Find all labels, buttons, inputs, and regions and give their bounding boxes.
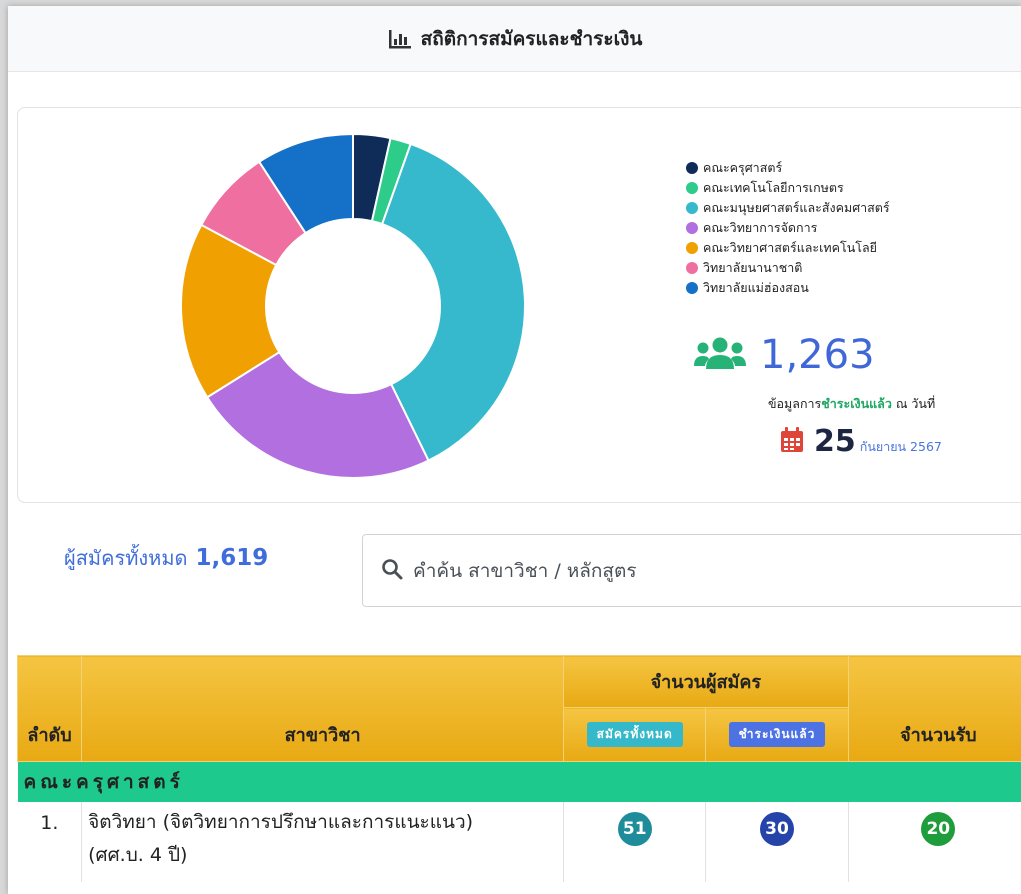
legend-swatch bbox=[686, 262, 698, 274]
paid-badge: ชำระเงินแล้ว bbox=[728, 722, 826, 747]
paid-date-month: กันยายน 2567 bbox=[859, 439, 942, 454]
legend-swatch bbox=[686, 282, 698, 294]
search-icon bbox=[381, 558, 403, 584]
applied-count-badge: 51 bbox=[617, 811, 652, 846]
col-paid-header: ชำระเงินแล้ว bbox=[705, 707, 849, 762]
legend-item[interactable]: วิทยาลัยนานาชาติ bbox=[686, 258, 890, 278]
row-applied: 51 bbox=[563, 801, 707, 882]
legend-item[interactable]: วิทยาลัยแม่ฮ่องสอน bbox=[686, 278, 890, 298]
paid-count: 1,263 bbox=[694, 332, 875, 378]
col-quota-header: จำนวนรับ bbox=[847, 655, 1021, 762]
paid-number: 1,263 bbox=[760, 332, 875, 378]
col-major-header: สาขาวิชา bbox=[81, 655, 565, 762]
calendar-icon bbox=[780, 426, 804, 457]
legend-swatch bbox=[686, 222, 698, 234]
donut-chart bbox=[180, 132, 526, 479]
legend-item[interactable]: คณะครุศาสตร์ bbox=[686, 158, 890, 178]
paid-note: ข้อมูลการชำระเงินแล้ว ณ วันที่ bbox=[768, 394, 935, 414]
legend-label: คณะวิทยาศาสตร์และเทคโนโลยี bbox=[703, 240, 877, 255]
search-input[interactable]: คำค้น สาขาวิชา / หลักสูตร bbox=[362, 534, 1021, 607]
col-applicants-header: จำนวนผู้สมัคร bbox=[563, 655, 849, 708]
users-icon bbox=[694, 336, 746, 374]
paid-date-day: 25 bbox=[814, 424, 856, 459]
paid-count-badge: 30 bbox=[760, 811, 794, 846]
paid-note-suffix: ณ วันที่ bbox=[891, 396, 936, 411]
legend-item[interactable]: คณะวิทยาศาสตร์และเทคโนโลยี bbox=[686, 238, 890, 258]
page-title: สถิติการสมัครและชำระเงิน bbox=[387, 24, 643, 54]
majors-table: ลำดับ สาขาวิชา จำนวนผู้สมัคร จำนวนรับ สม… bbox=[16, 655, 1021, 882]
search-placeholder: คำค้น สาขาวิชา / หลักสูตร bbox=[413, 559, 637, 582]
paid-note-highlight: ชำระเงินแล้ว bbox=[821, 396, 892, 411]
legend-label: คณะวิทยาการจัดการ bbox=[703, 220, 818, 235]
applied-all-badge: สมัครทั้งหมด bbox=[586, 722, 683, 747]
legend-swatch bbox=[686, 162, 698, 174]
quota-count-badge: 20 bbox=[921, 811, 956, 846]
legend-label: คณะมนุษยศาสตร์และสังคมศาสตร์ bbox=[703, 200, 890, 215]
total-applicants-value: 1,619 bbox=[195, 545, 269, 571]
total-applicants: ผู้สมัครทั้งหมด 1,619 bbox=[64, 542, 268, 574]
legend-item[interactable]: คณะมนุษยศาสตร์และสังคมศาสตร์ bbox=[686, 198, 890, 218]
legend-label: คณะเทคโนโลยีการเกษตร bbox=[703, 180, 844, 195]
row-major-line1: จิตวิทยา (จิตวิทยาการปรึกษาและการแนะแนว) bbox=[88, 810, 474, 833]
panel-header: สถิติการสมัครและชำระเงิน bbox=[8, 6, 1021, 72]
legend-item[interactable]: คณะเทคโนโลยีการเกษตร bbox=[686, 178, 890, 198]
row-quota: 20 bbox=[848, 801, 1021, 882]
col-no-header: ลำดับ bbox=[16, 655, 83, 762]
paid-note-prefix: ข้อมูลการ bbox=[768, 396, 822, 411]
chart-legend: คณะครุศาสตร์คณะเทคโนโลยีการเกษตรคณะมนุษย… bbox=[686, 158, 890, 298]
col-applied-header: สมัครทั้งหมด bbox=[563, 707, 707, 762]
table-row: 1. จิตวิทยา (จิตวิทยาการปรึกษาและการแนะแ… bbox=[17, 801, 1021, 882]
row-major: จิตวิทยา (จิตวิทยาการปรึกษาและการแนะแนว)… bbox=[81, 801, 565, 882]
faculty-name: คณะครุศาสตร์ bbox=[17, 761, 1021, 802]
stats-panel: สถิติการสมัครและชำระเงิน คณะครุศาสตร์ คณะ… bbox=[8, 6, 1021, 894]
legend-item[interactable]: คณะวิทยาการจัดการ bbox=[686, 218, 890, 238]
row-major-line2: (ศศ.บ. 4 ปี) bbox=[88, 843, 188, 866]
legend-swatch bbox=[686, 182, 698, 194]
legend-swatch bbox=[686, 202, 698, 214]
paid-date: 25 กันยายน 2567 bbox=[780, 424, 942, 459]
row-paid: 30 bbox=[705, 801, 849, 882]
faculty-row: คณะครุศาสตร์ bbox=[17, 761, 1021, 802]
legend-swatch bbox=[686, 242, 698, 254]
row-no: 1. bbox=[17, 801, 83, 882]
legend-label: วิทยาลัยแม่ฮ่องสอน bbox=[703, 280, 809, 295]
legend-label: วิทยาลัยนานาชาติ bbox=[703, 260, 803, 275]
bar-chart-icon bbox=[387, 28, 413, 50]
total-applicants-label: ผู้สมัครทั้งหมด bbox=[64, 546, 188, 570]
page-title-text: สถิติการสมัครและชำระเงิน bbox=[420, 27, 643, 50]
chart-card: คณะครุศาสตร์คณะเทคโนโลยีการเกษตรคณะมนุษย… bbox=[17, 107, 1021, 503]
legend-label: คณะครุศาสตร์ bbox=[703, 160, 783, 175]
